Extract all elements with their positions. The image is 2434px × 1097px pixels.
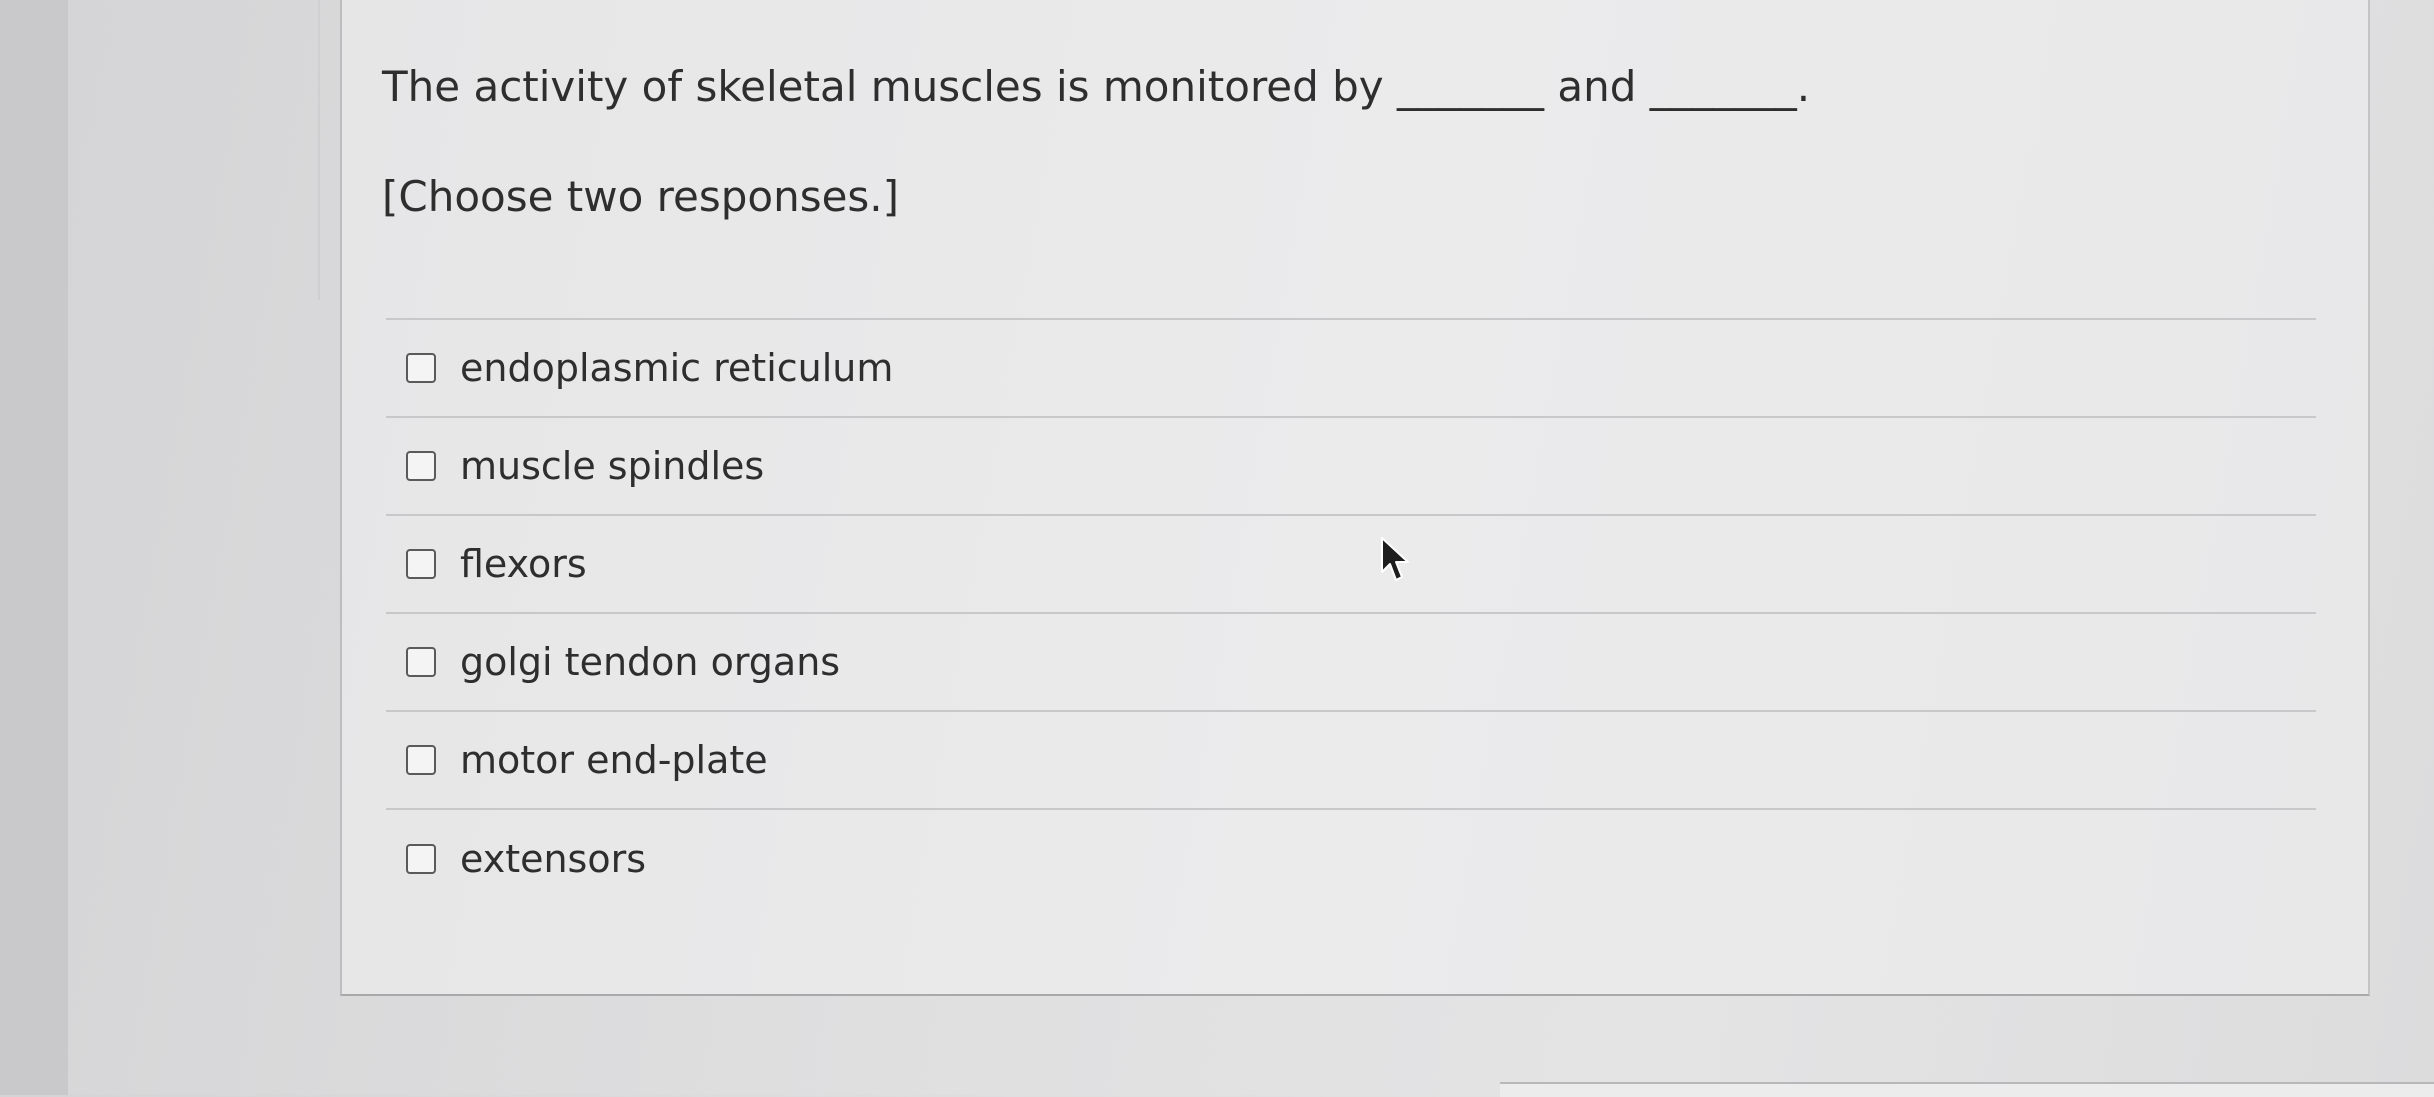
option-label[interactable]: extensors [460,837,646,881]
option-muscle-spindles[interactable]: muscle spindles [386,418,2316,516]
option-endoplasmic-reticulum[interactable]: endoplasmic reticulum [386,320,2316,418]
checkbox[interactable] [406,647,436,677]
answer-options-list: endoplasmic reticulum muscle spindles fl… [386,318,2316,908]
checkbox[interactable] [406,844,436,874]
option-label[interactable]: flexors [460,542,587,586]
left-margin [0,0,68,1095]
checkbox[interactable] [406,549,436,579]
background-card-edge [318,0,320,300]
checkbox[interactable] [406,451,436,481]
question-instruction: [Choose two responses.] [382,172,900,221]
checkbox[interactable] [406,353,436,383]
option-label[interactable]: motor end-plate [460,738,768,782]
option-label[interactable]: golgi tendon organs [460,640,840,684]
mouse-pointer-icon [1381,537,1409,581]
checkbox[interactable] [406,745,436,775]
option-extensors[interactable]: extensors [386,810,2316,908]
option-label[interactable]: endoplasmic reticulum [460,346,893,390]
question-prompt: The activity of skeletal muscles is moni… [382,62,1811,111]
option-motor-end-plate[interactable]: motor end-plate [386,712,2316,810]
option-flexors[interactable]: flexors [386,516,2316,614]
option-golgi-tendon-organs[interactable]: golgi tendon organs [386,614,2316,712]
question-card: The activity of skeletal muscles is moni… [340,0,2370,996]
option-label[interactable]: muscle spindles [460,444,764,488]
